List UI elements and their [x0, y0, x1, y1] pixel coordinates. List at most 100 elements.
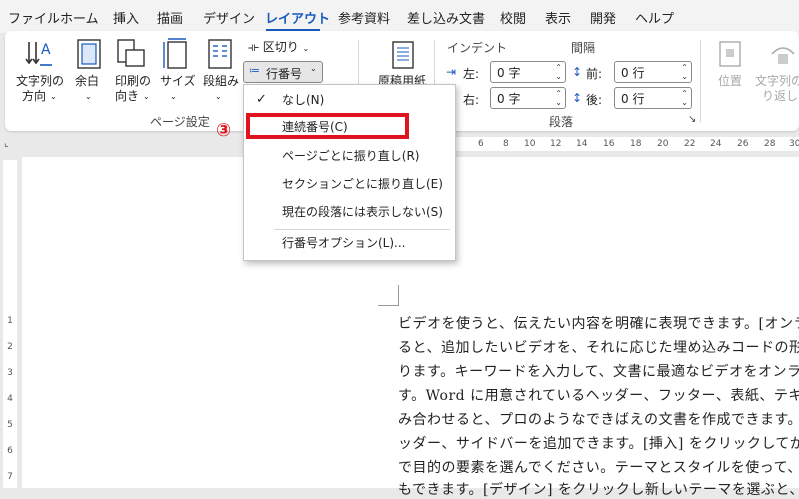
line-numbers-label: 行番号	[266, 67, 303, 81]
menu-mailings[interactable]: 差し込み文書	[407, 8, 485, 27]
menu-item-none[interactable]: ✓ なし(N)	[244, 87, 455, 113]
doc-text-line[interactable]: で目的の要素を選んでください。テーマとスタイルを使って、文	[398, 457, 799, 477]
line-numbers-icon: ≔	[249, 64, 260, 77]
spacing-header: 間隔	[571, 41, 596, 55]
size-icon[interactable]	[162, 38, 188, 73]
margins-label: 余白	[75, 74, 100, 88]
spinner-arrows-icon[interactable]: ⌃ ⌄	[681, 63, 688, 81]
doc-text-line[interactable]: ります。キーワードを入力して、文書に最適なビデオをオンライ	[398, 361, 799, 381]
menu-view[interactable]: 表示	[545, 8, 571, 27]
breaks-label: 区切り	[262, 40, 299, 54]
ruler-tick: 6	[478, 139, 484, 149]
indent-right-value: 0 字	[497, 92, 521, 106]
chevron-down-icon: ⌄	[143, 92, 150, 101]
orientation-label-1: 印刷の	[115, 74, 152, 88]
spinner-arrows-icon[interactable]: ⌃ ⌄	[555, 89, 562, 107]
doc-text-line[interactable]: ッダー、サイドバーを追加できます。[挿入] をクリックしてか	[398, 433, 799, 453]
ruler-tick: 30	[789, 139, 799, 149]
columns-icon[interactable]	[207, 38, 233, 73]
indent-right-label: 右:	[463, 93, 480, 107]
chevron-down-icon: ⌄	[85, 92, 92, 101]
ruler-tick: 14	[576, 139, 588, 149]
breaks-icon: ⟛	[248, 40, 259, 54]
menu-item-suppress-current-paragraph[interactable]: 現在の段落には表示しない(S)	[244, 199, 455, 225]
text-direction-icon[interactable]: A	[24, 38, 54, 73]
doc-text-line[interactable]: す。Word に用意されているヘッダー、フッター、表紙、テキス	[398, 385, 799, 405]
indent-header: インデント	[447, 41, 508, 55]
menu-home[interactable]: ホーム	[60, 8, 99, 27]
ruler-tick: 2	[7, 342, 13, 352]
indent-right-field[interactable]: 0 字 ⌃ ⌄	[490, 87, 566, 109]
columns-label: 段組み	[203, 74, 240, 88]
doc-text-line[interactable]: ると、追加したいビデオを、それに応じた埋め込みコードの形式	[398, 337, 799, 357]
space-after-label: 後:	[586, 93, 603, 107]
ruler-tick: 28	[764, 139, 776, 149]
menu-file[interactable]: ファイル	[8, 8, 60, 27]
space-before-label: 前:	[586, 67, 603, 81]
ruler-tick: 4	[7, 394, 13, 404]
space-after-field[interactable]: 0 行 ⌃ ⌄	[614, 87, 692, 109]
spinner-arrows-icon[interactable]: ⌃ ⌄	[681, 89, 688, 107]
doc-text-line[interactable]: もできます。[デザイン] をクリックし新しいテーマを選ぶと、図	[398, 479, 799, 499]
wrap-text-icon[interactable]	[768, 40, 798, 71]
menu-item-label: 現在の段落には表示しない(S)	[282, 205, 443, 219]
dialog-launcher-icon[interactable]: ↘	[688, 114, 696, 125]
ruler-tick: 22	[684, 139, 696, 149]
group-label-page-setup: ページ設定	[150, 115, 210, 129]
indent-left-field[interactable]: 0 字 ⌃ ⌄	[490, 61, 566, 83]
menu-layout[interactable]: レイアウト	[265, 8, 330, 27]
highlight-box	[246, 113, 409, 139]
breaks-button[interactable]: ⟛ 区切り ⌄	[248, 38, 309, 55]
menu-draw[interactable]: 描画	[157, 8, 183, 27]
ruler-tick: 7	[7, 472, 13, 482]
doc-text-line[interactable]: み合わせると、プロのようなできばえの文書を作成できます。た	[398, 409, 799, 429]
space-after-value: 0 行	[621, 92, 645, 106]
doc-text-line[interactable]: ビデオを使うと、伝えたい内容を明確に表現できます。[オンライ	[398, 313, 799, 333]
ruler-tick: 3	[7, 368, 13, 378]
menu-item-line-number-options[interactable]: 行番号オプション(L)...	[244, 230, 455, 256]
ruler-tick: 8	[503, 139, 509, 149]
orientation-label-2: 向き	[115, 89, 140, 103]
space-before-value: 0 行	[621, 66, 645, 80]
group-separator	[700, 40, 701, 122]
space-before-field[interactable]: 0 行 ⌃ ⌄	[614, 61, 692, 83]
tab-selector-icon[interactable]: ⌞	[4, 138, 9, 149]
chevron-down-icon: ⌄	[310, 64, 317, 73]
orientation-icon[interactable]	[116, 38, 146, 73]
menu-item-label: 行番号オプション(L)...	[282, 236, 406, 250]
text-direction-label-1: 文字列の	[16, 74, 65, 88]
ruler-tick: 18	[630, 139, 642, 149]
menu-insert[interactable]: 挿入	[113, 8, 139, 27]
spinner-arrows-icon[interactable]: ⌃ ⌄	[555, 63, 562, 81]
margin-corner-mark	[378, 285, 399, 306]
chevron-down-icon: ⌄	[215, 92, 222, 101]
menu-review[interactable]: 校閲	[500, 8, 526, 27]
group-label-paragraph: 段落	[549, 115, 574, 129]
menu-references[interactable]: 参考資料	[338, 8, 390, 27]
ruler-tick: 5	[7, 420, 13, 430]
position-icon[interactable]	[718, 40, 742, 71]
menu-item-label: セクションごとに振り直し(E)	[282, 177, 443, 191]
wrap-text-label-2: り返し	[762, 89, 799, 103]
chevron-down-icon: ⌄	[170, 92, 177, 101]
svg-text:A: A	[41, 42, 51, 58]
space-before-icon: ↕	[572, 65, 583, 79]
menu-item-label: なし(N)	[282, 93, 325, 107]
text-direction-label-2: 方向	[22, 89, 47, 103]
line-numbers-button[interactable]: ≔ 行番号 ⌄	[243, 61, 323, 83]
menu-item-label: ページごとに振り直し(R)	[282, 149, 420, 163]
menu-developer[interactable]: 開発	[590, 8, 616, 27]
menu-help[interactable]: ヘルプ	[635, 8, 674, 27]
menu-design[interactable]: デザイン	[203, 8, 255, 27]
position-label: 位置	[718, 74, 743, 88]
menu-item-restart-each-page[interactable]: ページごとに振り直し(R)	[244, 143, 455, 169]
manuscript-icon[interactable]	[391, 40, 415, 73]
margins-icon[interactable]	[76, 38, 102, 73]
line-numbers-dropdown: ✓ なし(N) 連続番号(C) ページごとに振り直し(R) セクションごとに振り…	[243, 84, 456, 261]
wrap-text-label-1: 文字列の	[755, 74, 799, 88]
menu-item-restart-each-section[interactable]: セクションごとに振り直し(E)	[244, 171, 455, 197]
chevron-down-icon: ⌄	[302, 44, 310, 53]
ruler-tick: 26	[737, 139, 749, 149]
ruler-tick: 12	[550, 139, 562, 149]
ruler-tick: 20	[657, 139, 669, 149]
